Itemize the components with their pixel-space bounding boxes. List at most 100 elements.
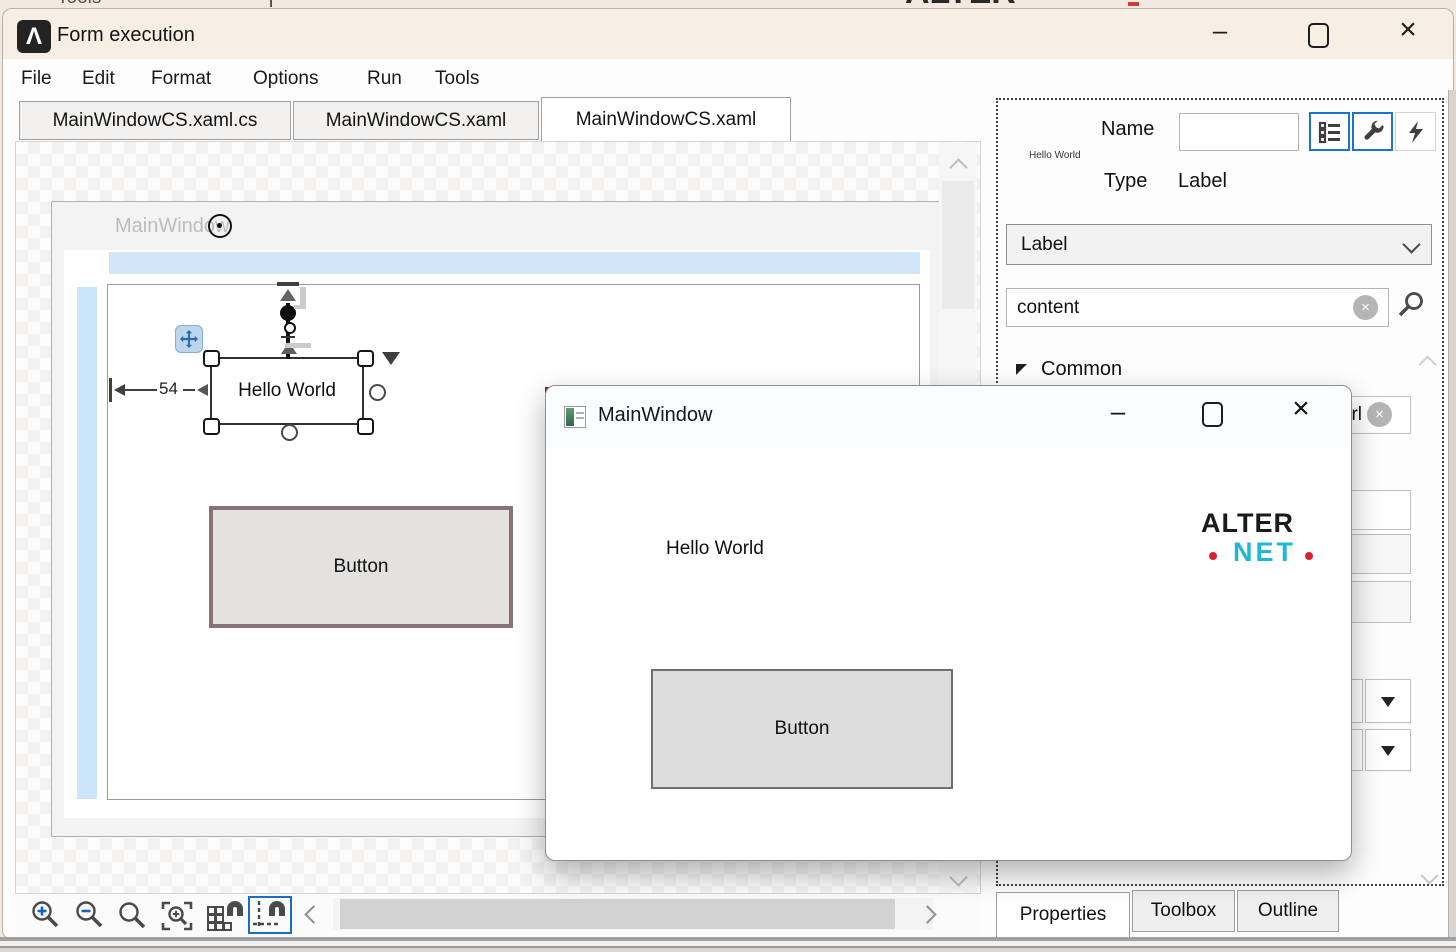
move-adorner-icon[interactable] bbox=[175, 325, 203, 353]
run-maximize-button[interactable] bbox=[1194, 400, 1228, 430]
class-selector-combobox[interactable]: Label bbox=[1006, 224, 1432, 265]
logo-dot-left-icon bbox=[1209, 552, 1217, 560]
close-icon: × bbox=[1399, 13, 1417, 46]
minimize-icon: – bbox=[1111, 396, 1125, 426]
maximize-icon bbox=[1202, 402, 1223, 427]
window-origin-adorner-icon[interactable] bbox=[208, 214, 232, 238]
dock-tab-outline[interactable]: Outline bbox=[1237, 890, 1339, 932]
run-window-titlebar[interactable]: MainWindow – × bbox=[546, 386, 1351, 448]
resize-handle-bottom-right[interactable] bbox=[357, 418, 374, 435]
snap-to-grid-button[interactable] bbox=[205, 897, 243, 933]
menu-format[interactable]: Format bbox=[151, 68, 211, 90]
anchor-pin-ring-icon bbox=[284, 322, 296, 334]
zoom-in-button[interactable] bbox=[29, 898, 63, 932]
resize-handle-bottom-middle[interactable] bbox=[281, 424, 298, 441]
run-label: Hello World bbox=[666, 538, 764, 560]
run-button-text: Button bbox=[775, 718, 830, 740]
dimension-arrow-right-icon bbox=[197, 384, 208, 396]
dock-tab-label: Properties bbox=[1020, 904, 1107, 926]
property-combo-5-dropdown[interactable] bbox=[1365, 679, 1411, 723]
dimension-end-bar bbox=[109, 378, 112, 402]
zoom-to-fit-button[interactable] bbox=[159, 898, 195, 934]
mock-left-strip[interactable] bbox=[77, 287, 97, 799]
name-label: Name bbox=[1101, 118, 1154, 141]
snap-lines-button[interactable] bbox=[248, 896, 292, 934]
app-close-button[interactable]: × bbox=[1391, 15, 1425, 49]
background-right-edge bbox=[1448, 90, 1456, 938]
run-button[interactable]: Button bbox=[651, 669, 953, 789]
menu-options[interactable]: Options bbox=[253, 68, 318, 90]
zoom-to-fit-icon bbox=[159, 898, 195, 934]
resize-handle-top-left[interactable] bbox=[203, 350, 220, 367]
zoom-icon bbox=[117, 900, 149, 932]
class-selector-value: Label bbox=[1021, 234, 1068, 256]
logo-text-net: NET bbox=[1233, 537, 1296, 568]
resize-handle-bottom-left[interactable] bbox=[203, 418, 220, 435]
app-title: Form execution bbox=[57, 24, 195, 47]
window-icon-line bbox=[576, 412, 584, 414]
dropdown-arrow-icon bbox=[1381, 746, 1395, 756]
app-titlebar[interactable]: Λ Form execution – × bbox=[3, 9, 1453, 59]
canvas-horizontal-scrollbar[interactable] bbox=[333, 898, 933, 930]
run-window[interactable]: MainWindow – × Hello World ALTER NET But… bbox=[545, 385, 1352, 861]
name-input[interactable] bbox=[1179, 113, 1299, 151]
design-label-text: Hello World bbox=[238, 380, 336, 402]
app-minimize-button[interactable]: – bbox=[1203, 17, 1237, 51]
text-property-clear-button[interactable]: × bbox=[1367, 402, 1392, 427]
property-filter-input[interactable] bbox=[1006, 288, 1389, 327]
properties-view-button[interactable] bbox=[1352, 112, 1393, 151]
menu-file[interactable]: File bbox=[21, 68, 52, 90]
zoom-in-icon bbox=[29, 898, 63, 932]
window-icon-line bbox=[576, 417, 584, 419]
tab-label: MainWindowCS.xaml bbox=[326, 110, 507, 132]
snap-to-grid-icon bbox=[205, 897, 243, 933]
selection-dropdown-arrow-icon[interactable] bbox=[382, 352, 400, 365]
scroll-down-icon[interactable] bbox=[949, 868, 967, 886]
app-maximize-button[interactable] bbox=[1301, 21, 1335, 51]
logo-text-alter: ALTER bbox=[1201, 508, 1331, 539]
canvas-hscroll-thumb[interactable] bbox=[340, 899, 895, 929]
dropdown-arrow-icon bbox=[1381, 697, 1395, 707]
anchor-top-bar-icon bbox=[277, 282, 299, 286]
common-category-expander-icon[interactable] bbox=[1016, 364, 1027, 375]
property-combo-6-dropdown[interactable] bbox=[1365, 729, 1411, 771]
zoom-out-button[interactable] bbox=[73, 898, 107, 932]
tab-mainwindowcs-xaml-designer[interactable]: MainWindowCS.xaml bbox=[541, 97, 791, 141]
run-close-button[interactable]: × bbox=[1284, 394, 1318, 428]
tab-label: MainWindowCS.xaml.cs bbox=[53, 110, 258, 132]
type-label: Type bbox=[1104, 170, 1147, 193]
mock-menustrip[interactable] bbox=[109, 252, 920, 274]
type-value: Label bbox=[1178, 170, 1227, 193]
categorized-view-button[interactable] bbox=[1309, 112, 1350, 151]
menu-edit[interactable]: Edit bbox=[82, 68, 115, 90]
lightning-icon bbox=[1405, 120, 1427, 144]
menu-tools[interactable]: Tools bbox=[435, 68, 479, 90]
minimize-icon: – bbox=[1213, 15, 1227, 45]
run-minimize-button[interactable]: – bbox=[1101, 398, 1135, 432]
filter-search-button[interactable] bbox=[1395, 290, 1427, 322]
design-button[interactable]: Button bbox=[209, 506, 513, 628]
anchor-arrow-up-icon bbox=[280, 289, 296, 301]
common-category-label[interactable]: Common bbox=[1041, 358, 1122, 381]
dimension-line2 bbox=[183, 389, 195, 391]
tab-mainwindowcs-xaml[interactable]: MainWindowCS.xaml bbox=[293, 101, 539, 140]
menu-run[interactable]: Run bbox=[367, 68, 402, 90]
dock-tab-toolbox[interactable]: Toolbox bbox=[1132, 890, 1235, 932]
resize-handle-top-right[interactable] bbox=[357, 350, 374, 367]
scroll-up-icon[interactable] bbox=[949, 158, 967, 176]
dock-tab-properties[interactable]: Properties bbox=[996, 892, 1130, 938]
resize-handle-right-middle[interactable] bbox=[369, 384, 386, 401]
hscroll-left-icon[interactable] bbox=[304, 905, 322, 923]
dimension-arrow-left-icon bbox=[114, 384, 125, 396]
events-view-button[interactable] bbox=[1395, 112, 1436, 151]
window-bottom-edge-3 bbox=[0, 948, 1456, 952]
canvas-vscroll-thumb[interactable] bbox=[942, 181, 974, 309]
tab-mainwindowcs-xaml-cs[interactable]: MainWindowCS.xaml.cs bbox=[19, 101, 291, 140]
dock-tab-label: Outline bbox=[1258, 900, 1318, 922]
background-accent-fragment bbox=[1128, 2, 1139, 6]
logo-dot-right-icon bbox=[1305, 552, 1313, 560]
zoom-reset-button[interactable] bbox=[117, 900, 149, 932]
design-label-selected[interactable]: Hello World bbox=[210, 357, 364, 425]
selected-element-preview: Hello World bbox=[1029, 150, 1081, 161]
filter-clear-button[interactable]: × bbox=[1353, 295, 1378, 320]
